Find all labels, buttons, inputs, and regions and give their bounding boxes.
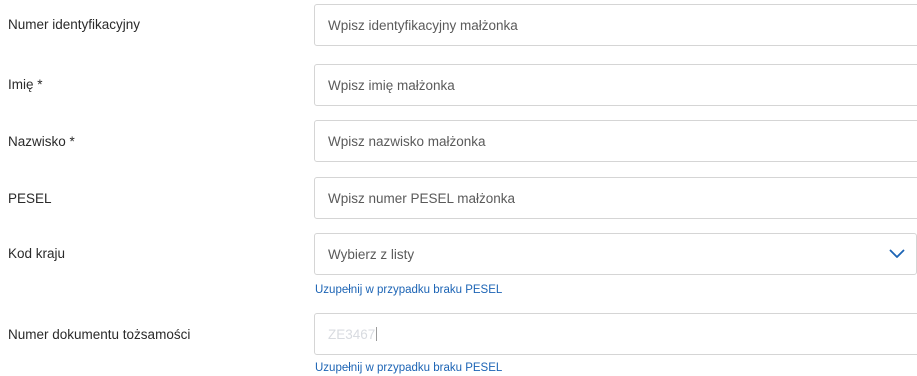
text-caret <box>376 327 378 341</box>
spouse-form: Numer identyfikacyjny Imię * Nazwisko * … <box>0 0 917 376</box>
country-code-hint: Uzupełnij w przypadku braku PESEL <box>315 284 503 296</box>
id-document-label: Numer dokumentu tożsamości <box>8 327 191 342</box>
pesel-label: PESEL <box>8 191 52 206</box>
pesel-input[interactable] <box>314 177 917 219</box>
id-number-label: Numer identyfikacyjny <box>8 17 141 32</box>
last-name-label: Nazwisko * <box>8 134 75 149</box>
id-document-hint: Uzupełnij w przypadku braku PESEL <box>315 362 503 374</box>
id-document-value: ZE3467 <box>328 326 376 342</box>
first-name-input[interactable] <box>314 64 917 106</box>
id-document-input[interactable]: ZE3467 <box>314 313 917 355</box>
chevron-down-icon[interactable] <box>886 247 908 261</box>
country-code-selected-value: Wybierz z listy <box>328 246 415 262</box>
first-name-label: Imię * <box>8 77 43 92</box>
country-code-select[interactable]: Wybierz z listy <box>314 233 917 275</box>
country-code-label: Kod kraju <box>8 246 66 261</box>
last-name-input[interactable] <box>314 120 917 162</box>
id-number-input[interactable] <box>314 4 917 46</box>
